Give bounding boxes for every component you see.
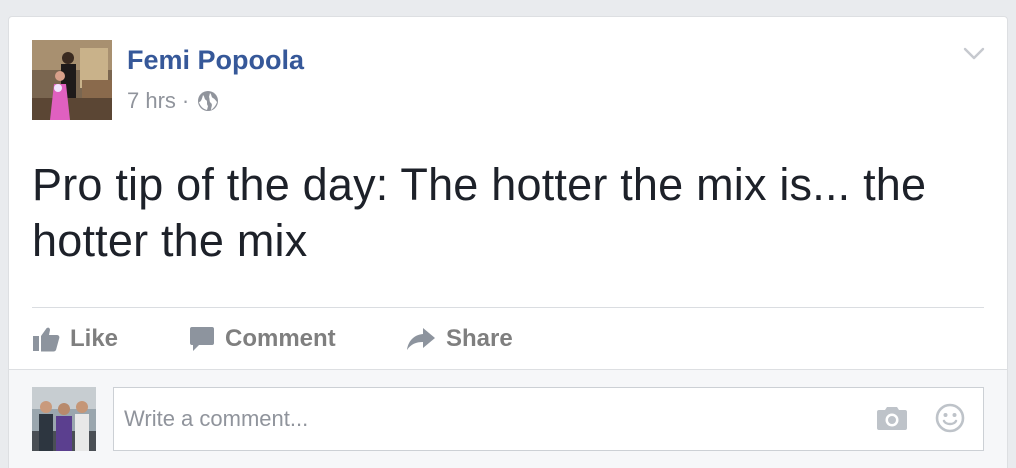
like-button[interactable]: Like bbox=[32, 325, 189, 353]
speech-bubble-icon bbox=[189, 326, 215, 352]
comment-input[interactable]: Write a comment... bbox=[113, 387, 984, 451]
chevron-down-icon[interactable] bbox=[963, 47, 985, 61]
meta-separator: · bbox=[181, 88, 190, 113]
author-name[interactable]: Femi Popoola bbox=[127, 45, 304, 76]
author-avatar[interactable] bbox=[32, 40, 112, 120]
share-arrow-icon bbox=[406, 327, 436, 351]
globe-icon[interactable] bbox=[197, 90, 219, 112]
camera-icon[interactable] bbox=[876, 405, 908, 436]
post-actions-bar: Like Comment Share bbox=[32, 318, 513, 360]
comment-button[interactable]: Comment bbox=[189, 325, 406, 353]
share-label: Share bbox=[446, 325, 513, 352]
like-label: Like bbox=[70, 325, 119, 352]
smiley-icon[interactable] bbox=[935, 403, 965, 438]
comment-composer: Write a comment... bbox=[9, 369, 1007, 468]
actions-divider bbox=[32, 307, 984, 308]
post-timestamp[interactable]: 7 hrs bbox=[127, 88, 176, 114]
comment-label: Comment bbox=[225, 325, 336, 352]
thumbs-up-icon bbox=[32, 326, 60, 352]
commenter-avatar[interactable] bbox=[32, 387, 96, 451]
share-button[interactable]: Share bbox=[406, 325, 513, 353]
post-meta: 7 hrs · bbox=[127, 87, 219, 115]
post-body-text: Pro tip of the day: The hotter the mix i… bbox=[32, 159, 927, 266]
post-card: Femi Popoola 7 hrs · Pro tip of the day:… bbox=[8, 16, 1008, 468]
comment-placeholder: Write a comment... bbox=[124, 406, 309, 431]
